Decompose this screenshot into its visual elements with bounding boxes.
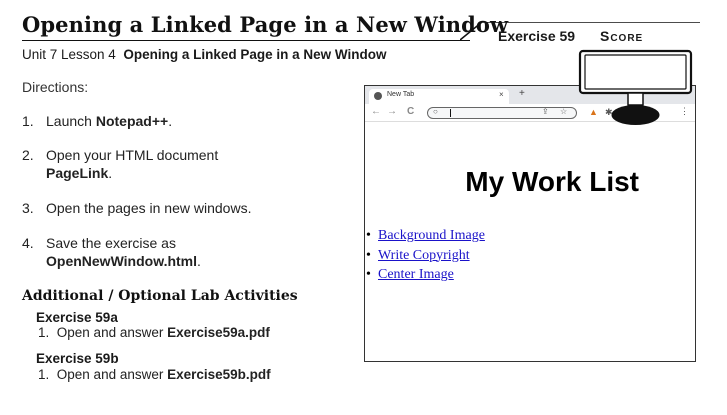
exercise-59b-instruction: 1. Open and answer Exercise59b.pdf [38,367,271,382]
browser-tab[interactable]: New Tab × [369,89,509,104]
title-underline [22,40,470,41]
forward-icon[interactable]: → [387,106,397,117]
directions-steps: 1. Launch Notepad++. 2. Open your HTML d… [22,112,352,270]
list-item: Center Image [365,265,485,285]
link-background-image[interactable]: Background Image [378,228,485,243]
link-center-image[interactable]: Center Image [378,267,454,282]
computer-monitor-icon [578,49,693,125]
link-write-copyright[interactable]: Write Copyright [378,248,470,263]
list-item: Background Image [365,226,485,246]
step-4: 4. Save the exercise as OpenNewWindow.ht… [22,235,201,269]
lesson-subtitle: Unit 7 Lesson 4 Opening a Linked Page in… [22,47,387,62]
share-icon[interactable]: ⇪ [542,107,549,116]
tab-title: New Tab [387,91,415,98]
exercise-59b-title: Exercise 59b [36,351,119,366]
chrome-icon [374,92,382,100]
step-1: 1. Launch Notepad++. [22,113,173,129]
additional-activities-heading: Additional / Optional Lab Activities [22,288,298,304]
bookmark-star-icon[interactable]: ☆ [560,107,567,116]
score-tab-outline [460,22,700,41]
list-item: Write Copyright [365,246,485,266]
new-tab-icon[interactable]: + [519,89,525,99]
exercise-59a-instruction: 1. Open and answer Exercise59a.pdf [38,325,270,340]
text-caret [450,109,451,117]
back-icon[interactable]: ← [371,106,381,117]
tab-close-icon[interactable]: × [499,90,504,99]
reload-icon[interactable]: C [407,106,414,117]
exercise-title: Opening a Linked Page in a New Window [22,12,509,37]
step-2: 2. Open your HTML document PageLink. [22,147,219,181]
score-label: Score [600,28,644,44]
directions-label: Directions: [22,79,89,95]
step-3: 3. Open the pages in new windows. [22,200,252,216]
lesson-title: Opening a Linked Page in a New Window [123,47,387,62]
page-heading: My Work List [465,166,639,197]
address-bar[interactable]: ○ ⇪ ☆ [427,107,577,119]
exercise-number: Exercise 59 [498,28,576,44]
search-icon: ○ [433,107,438,116]
exercise-59a-title: Exercise 59a [36,310,118,325]
link-list: Background Image Write Copyright Center … [365,226,485,285]
unit-lesson: Unit 7 Lesson 4 [22,47,116,62]
